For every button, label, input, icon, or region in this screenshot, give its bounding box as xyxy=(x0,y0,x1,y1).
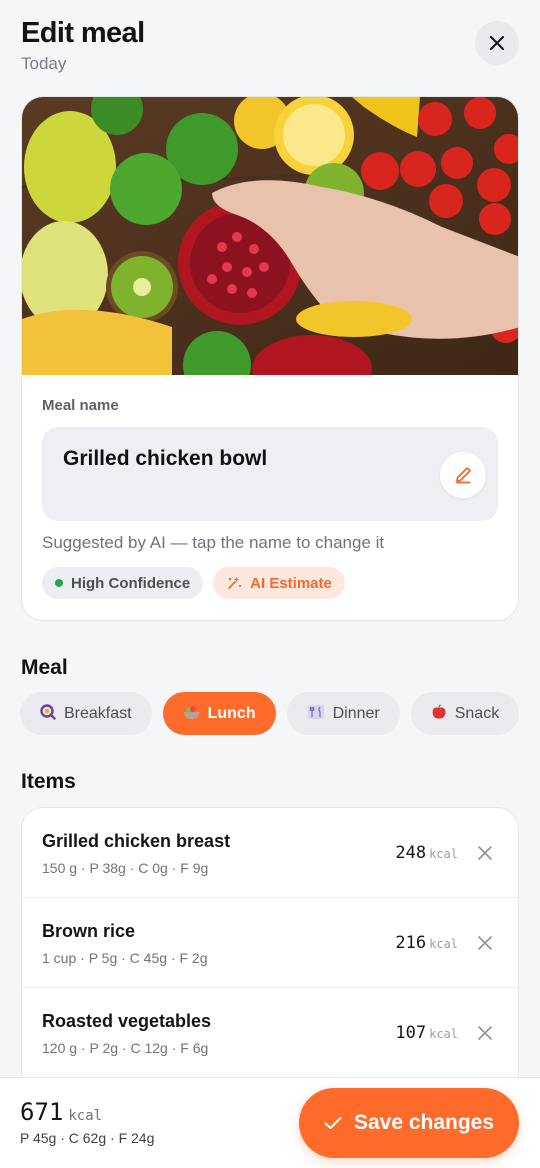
meal-photo xyxy=(22,97,518,375)
total-macros: P 45g · C 62g · F 24g xyxy=(20,1130,155,1146)
save-label: Save changes xyxy=(353,1111,495,1134)
confidence-label: High Confidence xyxy=(71,574,191,592)
close-icon xyxy=(489,35,505,51)
item-meta: 150 g · P 38g · C 0g · F 9g xyxy=(42,860,209,876)
meal-chip-label: Snack xyxy=(454,704,500,722)
breakfast-icon xyxy=(40,704,56,723)
item-kcal: 216 kcal xyxy=(395,933,458,953)
meal-type-selector: Breakfast Lunch Dinner Snack xyxy=(20,692,520,735)
item-name: Brown rice xyxy=(42,921,136,941)
badge-row: High Confidence AI Estimate xyxy=(42,567,345,599)
confidence-badge: High Confidence xyxy=(42,567,204,599)
list-item[interactable]: Roasted vegetables 120 g · P 2g · C 12g … xyxy=(22,988,518,1078)
list-item[interactable]: Brown rice 1 cup · P 5g · C 45g · F 2g 2… xyxy=(22,898,518,988)
meal-chip-lunch[interactable]: Lunch xyxy=(162,692,276,735)
item-name: Roasted vegetables xyxy=(42,1011,212,1031)
total-kcal-unit: kcal xyxy=(68,1108,103,1124)
meal-chip-label: Lunch xyxy=(207,704,256,722)
item-kcal: 107 kcal xyxy=(395,1023,458,1043)
save-changes-button[interactable]: Save changes xyxy=(299,1088,519,1158)
item-kcal-unit: kcal xyxy=(429,1027,458,1041)
pencil-icon xyxy=(456,467,471,484)
total-kcal-value: 671 xyxy=(20,1098,64,1126)
total-kcal: 671 kcal xyxy=(20,1098,102,1126)
header: Edit meal Today xyxy=(21,16,519,78)
meal-name-value[interactable]: Grilled chicken bowl xyxy=(63,447,267,471)
meal-chip-snack[interactable]: Snack xyxy=(410,692,520,735)
ai-estimate-label: AI Estimate xyxy=(250,574,332,592)
item-kcal-value: 107 xyxy=(395,1023,427,1043)
item-kcal: 248 kcal xyxy=(395,843,458,863)
ai-suggestion-hint: Suggested by AI — tap the name to change… xyxy=(42,533,385,552)
page-title: Edit meal xyxy=(21,17,145,49)
remove-item-icon[interactable] xyxy=(476,934,494,952)
meal-chip-label: Breakfast xyxy=(64,704,132,722)
item-kcal-unit: kcal xyxy=(429,847,458,861)
fork-knife-icon xyxy=(307,704,325,723)
item-meta: 1 cup · P 5g · C 45g · F 2g xyxy=(42,950,208,966)
meal-chip-breakfast[interactable]: Breakfast xyxy=(20,692,152,735)
confidence-dot-icon xyxy=(55,579,63,587)
salad-bowl-icon xyxy=(183,704,200,723)
item-kcal-value: 248 xyxy=(395,843,427,863)
items-section-title: Items xyxy=(21,770,76,793)
fruit-photo-image xyxy=(22,97,518,375)
edit-name-button[interactable] xyxy=(440,452,486,498)
footer-bar: 671 kcal P 45g · C 62g · F 24g Save chang… xyxy=(0,1077,540,1168)
meal-card: Meal name Grilled chicken bowl Suggested… xyxy=(21,96,519,621)
checkmark-icon xyxy=(324,1117,342,1129)
remove-item-icon[interactable] xyxy=(476,844,494,862)
meal-name-field[interactable]: Grilled chicken bowl xyxy=(42,427,498,521)
close-button[interactable] xyxy=(475,21,519,65)
item-kcal-value: 216 xyxy=(395,933,427,953)
meal-name-label: Meal name xyxy=(42,397,119,414)
apple-icon xyxy=(431,704,447,723)
item-meta: 120 g · P 2g · C 12g · F 6g xyxy=(42,1040,209,1056)
list-item[interactable]: Grilled chicken breast 150 g · P 38g · C… xyxy=(22,808,518,898)
item-kcal-unit: kcal xyxy=(429,937,458,951)
page-subtitle: Today xyxy=(21,54,67,73)
meal-section-title: Meal xyxy=(21,656,68,679)
ai-estimate-badge: AI Estimate xyxy=(213,567,345,599)
sparkle-icon xyxy=(228,576,242,589)
items-list: Grilled chicken breast 150 g · P 38g · C… xyxy=(21,807,519,1107)
remove-item-icon[interactable] xyxy=(476,1024,494,1042)
meal-chip-label: Dinner xyxy=(332,704,380,722)
item-name: Grilled chicken breast xyxy=(42,831,231,851)
meal-chip-dinner[interactable]: Dinner xyxy=(286,692,400,735)
